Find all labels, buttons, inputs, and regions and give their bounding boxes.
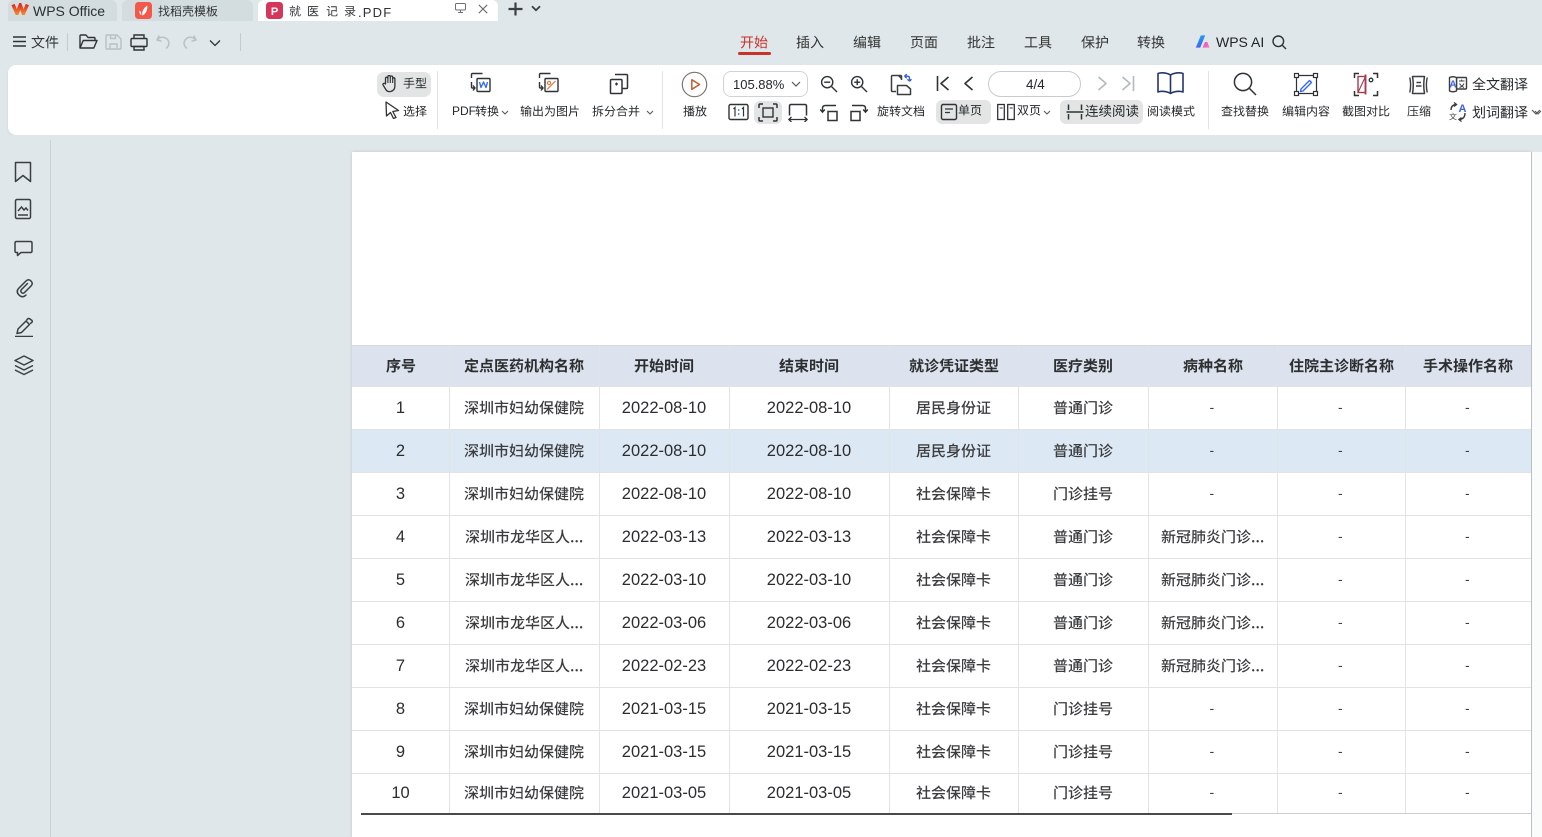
svg-text:A: A (1449, 80, 1456, 91)
svg-text:P: P (271, 6, 278, 18)
svg-text:A: A (1459, 103, 1467, 115)
